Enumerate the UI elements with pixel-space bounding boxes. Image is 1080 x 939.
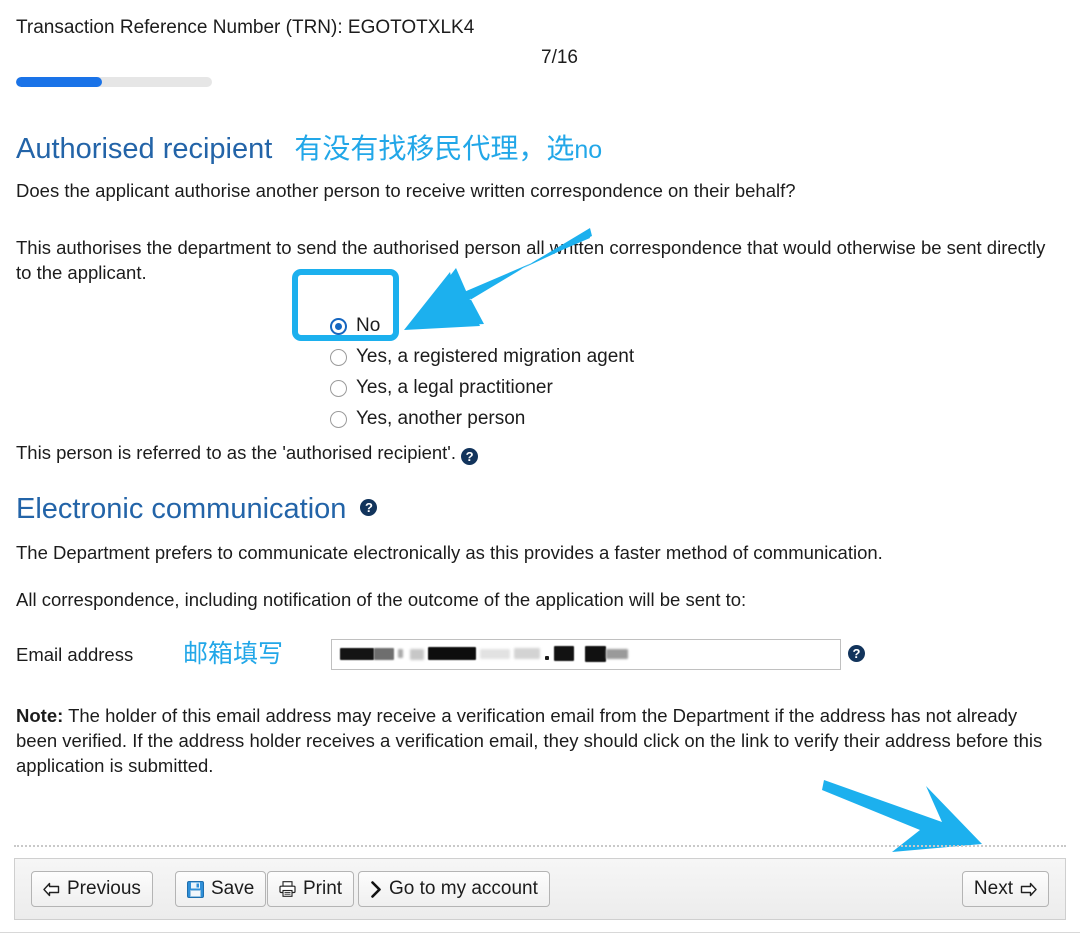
form-action-bar: Previous Save Print Go to my account Nex…	[14, 858, 1066, 920]
help-icon-authorised-recipient[interactable]: ?	[461, 448, 479, 465]
page-bottom-rule	[0, 932, 1080, 933]
footnote-text: This person is referred to as the 'autho…	[16, 442, 456, 463]
page-counter: 7/16	[541, 47, 578, 68]
radio-option-registered-migration-agent[interactable]: Yes, a registered migration agent	[330, 343, 634, 371]
redaction-block	[545, 656, 549, 660]
radio-label-another-person: Yes, another person	[356, 408, 526, 429]
go-to-my-account-button[interactable]: Go to my account	[358, 871, 550, 907]
printer-icon	[279, 881, 296, 897]
print-button[interactable]: Print	[267, 871, 355, 907]
footer-divider	[14, 845, 1066, 847]
section-heading-electronic-communication: Electronic communication ?	[16, 492, 378, 526]
note-body: The holder of this email address may rec…	[16, 705, 1043, 776]
radio-indicator-no[interactable]	[330, 317, 347, 335]
redaction-block	[398, 649, 403, 658]
redaction-block	[606, 649, 628, 659]
transaction-reference-number: Transaction Reference Number (TRN): EGOT…	[16, 17, 475, 38]
redaction-block	[585, 646, 606, 662]
authorise-question-text: Does the applicant authorise another per…	[16, 180, 796, 201]
authorised-recipient-radio-group[interactable]: No Yes, a registered migration agent Yes…	[330, 312, 634, 436]
progress-bar	[16, 77, 212, 87]
help-icon-email-address[interactable]: ?	[848, 645, 865, 662]
save-button-label: Save	[211, 878, 255, 899]
authorised-recipient-footnote: This person is referred to as the 'autho…	[16, 440, 479, 465]
chinese-annotation-email: 邮箱填写	[183, 640, 284, 668]
arrow-right-outline-icon	[1020, 882, 1037, 897]
note-prefix: Note:	[16, 705, 64, 726]
authorise-explanation-text: This authorises the department to send t…	[16, 237, 1046, 283]
radio-indicator-legal-practitioner[interactable]	[330, 379, 347, 397]
email-address-input[interactable]	[331, 639, 841, 670]
radio-label-registered-migration-agent: Yes, a registered migration agent	[356, 346, 635, 367]
next-button[interactable]: Next	[961, 871, 1049, 907]
radio-indicator-registered-migration-agent[interactable]	[330, 348, 347, 366]
radio-option-no[interactable]: No	[330, 312, 634, 340]
heading-text: Authorised recipient	[16, 133, 273, 165]
radio-option-legal-practitioner[interactable]: Yes, a legal practitioner	[330, 374, 634, 402]
form-page: Transaction Reference Number (TRN): EGOT…	[0, 0, 1080, 939]
annotation-arrow-to-next-button	[822, 780, 982, 852]
floppy-disk-icon	[187, 880, 204, 898]
redaction-block	[374, 648, 394, 660]
chinese-annotation-latin: no	[574, 136, 603, 164]
redaction-block	[514, 648, 540, 659]
progress-bar-fill	[16, 77, 103, 87]
radio-label-legal-practitioner: Yes, a legal practitioner	[356, 377, 553, 398]
electronic-communication-paragraph-1: The Department prefers to communicate el…	[16, 542, 883, 563]
redaction-block	[410, 649, 424, 660]
next-button-label: Next	[973, 878, 1013, 899]
previous-button-label: Previous	[67, 878, 141, 899]
arrow-left-outline-icon	[43, 882, 60, 897]
electronic-communication-paragraph-2: All correspondence, including notificati…	[16, 589, 747, 610]
previous-button[interactable]: Previous	[31, 871, 153, 907]
go-to-my-account-button-label: Go to my account	[389, 878, 538, 899]
redaction-block	[428, 647, 476, 660]
print-button-label: Print	[303, 878, 343, 899]
help-icon-electronic-communication[interactable]: ?	[360, 499, 378, 516]
email-address-label: Email address	[16, 644, 134, 665]
heading-text-electronic-communication: Electronic communication	[16, 493, 347, 525]
save-button[interactable]: Save	[175, 871, 267, 907]
radio-label-no: No	[356, 315, 381, 336]
redaction-block	[340, 648, 374, 660]
radio-indicator-another-person[interactable]	[330, 410, 347, 428]
radio-option-another-person[interactable]: Yes, another person	[330, 405, 634, 433]
email-verification-note: Note: The holder of this email address m…	[16, 703, 1062, 778]
chinese-annotation-authorised-recipient: 有没有找移民代理，选no	[294, 133, 603, 164]
chevron-right-icon	[370, 880, 382, 898]
redaction-block	[554, 646, 574, 661]
section-heading-authorised-recipient: Authorised recipient 有没有找移民代理，选no	[16, 132, 602, 167]
redaction-block	[480, 649, 510, 659]
